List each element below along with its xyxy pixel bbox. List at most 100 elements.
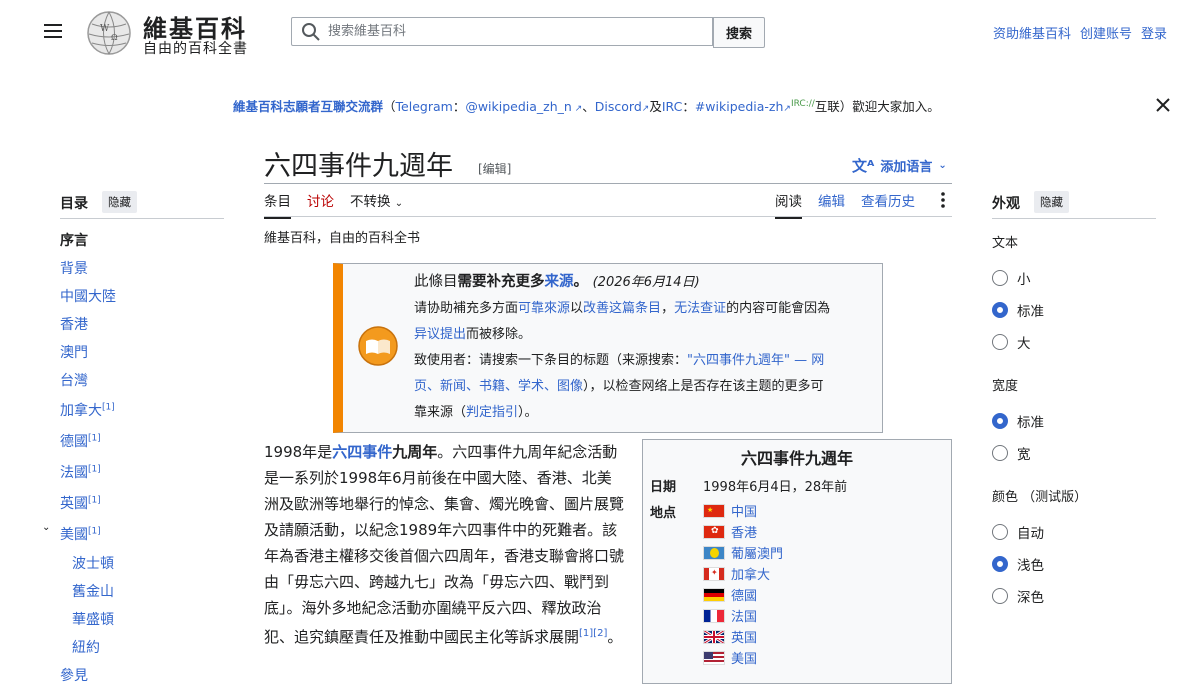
appearance-hide-button[interactable]: 隐藏 — [1034, 191, 1069, 213]
namespace-tabs: 条目 讨论 不转换 ⌄ — [264, 190, 403, 219]
color-dark-radio[interactable]: 深色 — [992, 586, 1044, 606]
infobox-title: 六四事件九週年 — [740, 449, 853, 468]
place-link-usa[interactable]: 美国 — [731, 648, 757, 667]
telegram-handle-link[interactable]: @wikipedia_zh_n — [465, 99, 572, 114]
text-size-large-radio[interactable]: 大 — [992, 332, 1031, 352]
search-button[interactable]: 搜索 — [713, 17, 765, 48]
place-row-china: ★ 中国 — [703, 501, 757, 520]
tab-edit[interactable]: 编辑 — [818, 190, 845, 219]
color-label: 颜色 （测试版） — [992, 490, 1088, 505]
width-standard-radio[interactable]: 标准 — [992, 411, 1044, 431]
text-size-small-radio[interactable]: 小 — [992, 268, 1031, 288]
source-search-types-link[interactable]: 页、新闻、书籍、学术、图像 — [414, 379, 583, 394]
chevron-down-icon[interactable]: ⌄ — [42, 522, 50, 533]
tab-read[interactable]: 阅读 — [775, 190, 802, 219]
place-link-china[interactable]: 中国 — [731, 501, 757, 520]
hongkong-flag-icon: ✿ — [703, 524, 725, 539]
more-options-icon[interactable] — [937, 191, 949, 209]
infobox-date-value: 1998年6月4日，28年前 — [703, 480, 848, 495]
toc-item-canada[interactable]: 加拿大[1] — [60, 400, 115, 420]
place-link-hongkong[interactable]: 香港 — [731, 522, 757, 541]
donate-link[interactable]: 资助維基百科 — [993, 23, 1071, 42]
toc-item-hongkong[interactable]: 香港 — [60, 314, 88, 334]
place-link-uk[interactable]: 英国 — [731, 627, 757, 646]
notice-group-link[interactable]: 維基百科志願者互聯交流群 — [233, 99, 383, 114]
translate-icon: 文ᴬ — [852, 157, 875, 175]
main-menu-button[interactable] — [44, 24, 64, 42]
page-title: 六四事件九週年 — [264, 151, 453, 182]
external-link-icon: ↗ — [571, 104, 583, 114]
text-size-standard-radio[interactable]: 标准 — [992, 300, 1044, 320]
tab-article[interactable]: 条目 — [264, 190, 291, 219]
place-row-germany: 德國 — [703, 585, 757, 604]
login-link[interactable]: 登录 — [1141, 23, 1167, 42]
toc-item-intro[interactable]: 序言 — [60, 230, 88, 250]
toc-item-mainland[interactable]: 中國大陸 — [60, 286, 116, 306]
verifiability-link[interactable]: 无法查证 — [674, 301, 726, 316]
width-wide-radio[interactable]: 宽 — [992, 443, 1031, 463]
toc-item-macau[interactable]: 澳門 — [60, 342, 88, 362]
june-fourth-link[interactable]: 六四事件 — [332, 443, 392, 461]
place-row-uk: 英国 — [703, 627, 757, 646]
toc-item-france[interactable]: 法國[1] — [60, 462, 101, 482]
place-row-usa: 美国 — [703, 648, 757, 667]
toc-item-germany[interactable]: 德國[1] — [60, 431, 101, 451]
tab-history[interactable]: 查看历史 — [861, 190, 915, 219]
color-auto-radio[interactable]: 自动 — [992, 522, 1044, 542]
toc-subitem-newyork[interactable]: 紐約 — [72, 637, 100, 657]
challenged-link[interactable]: 异议提出 — [414, 327, 466, 342]
improve-article-link[interactable]: 改善这篇条目 — [583, 301, 661, 316]
notice-text: 互联）歡迎大家加入。 — [814, 99, 940, 114]
toc-subitem-boston[interactable]: 波士頓 — [72, 553, 114, 573]
appearance-divider — [992, 218, 1156, 219]
reliable-sources-link[interactable]: 可靠來源 — [518, 301, 570, 316]
place-link-macau[interactable]: 葡屬澳門 — [731, 543, 783, 562]
place-link-germany[interactable]: 德國 — [731, 585, 757, 604]
wikipedia-globe-icon[interactable]: W Ω — [84, 10, 134, 56]
tab-variant[interactable]: 不转换 ⌄ — [350, 190, 403, 219]
toc-item-uk[interactable]: 英國[1] — [60, 493, 101, 513]
svg-text:Ω: Ω — [111, 33, 118, 42]
table-of-contents: 序言 背景 中國大陸 香港 澳門 台灣 加拿大[1] 德國[1] 法國[1] 英… — [42, 230, 230, 684]
place-row-france: 法国 — [703, 606, 757, 625]
title-divider — [264, 183, 952, 184]
title-edit-link[interactable]: [编辑] — [478, 160, 511, 177]
color-light-radio[interactable]: 浅色 — [992, 554, 1044, 574]
irc-link[interactable]: IRC — [662, 99, 682, 114]
toc-item-taiwan[interactable]: 台灣 — [60, 370, 88, 390]
toc-subitem-sanfrancisco[interactable]: 舊金山 — [72, 581, 114, 601]
search-box[interactable] — [291, 17, 713, 46]
site-notice: 維基百科志願者互聯交流群（Telegram：@wikipedia_zh_n ↗、… — [233, 96, 940, 115]
toc-subitem-washington[interactable]: 華盛頓 — [72, 609, 114, 629]
place-link-france[interactable]: 法国 — [731, 606, 757, 625]
sources-link[interactable]: 来源 — [545, 274, 574, 290]
add-languages-button[interactable]: 文ᴬ 添加语言 ⌄ — [852, 155, 947, 176]
refimprove-text: 此條目需要补充更多来源。 (2026年6月14日) 请协助補充多方面可靠來源以改… — [414, 274, 831, 420]
notice-text: 、 — [582, 99, 595, 114]
place-row-canada: ✦ 加拿大 — [703, 564, 770, 583]
toc-item-background[interactable]: 背景 — [60, 258, 88, 278]
france-flag-icon — [703, 608, 725, 623]
toc-item-usa[interactable]: 美國[1] — [60, 524, 101, 544]
tab-talk[interactable]: 讨论 — [307, 190, 334, 219]
irc-channel-link[interactable]: #wikipedia-zh — [695, 99, 784, 114]
add-languages-label: 添加语言 — [880, 160, 933, 175]
site-tagline: 維基百科，自由的百科全书 — [264, 231, 421, 246]
place-link-canada[interactable]: 加拿大 — [731, 564, 770, 583]
source-search-title-link[interactable]: "六四事件九週年" — 网 — [687, 353, 824, 368]
reference-link[interactable]: [1][2] — [579, 628, 607, 639]
close-icon[interactable] — [1154, 96, 1172, 114]
toc-hide-button[interactable]: 隐藏 — [102, 191, 137, 213]
book-icon — [357, 325, 399, 367]
variant-label: 不转换 — [350, 194, 391, 210]
toc-item-seealso[interactable]: 參見 — [60, 665, 88, 685]
search-icon — [302, 22, 320, 41]
notability-guideline-link[interactable]: 判定指引 — [466, 405, 518, 420]
create-account-link[interactable]: 创建账号 — [1080, 23, 1132, 42]
telegram-link[interactable]: Telegram — [396, 99, 453, 114]
infobox-date-key: 日期 — [650, 480, 677, 495]
usa-flag-icon — [703, 650, 725, 665]
search-input[interactable] — [326, 23, 710, 40]
discord-link[interactable]: Discord — [595, 99, 642, 114]
external-link-icon: ↗ — [783, 104, 791, 114]
